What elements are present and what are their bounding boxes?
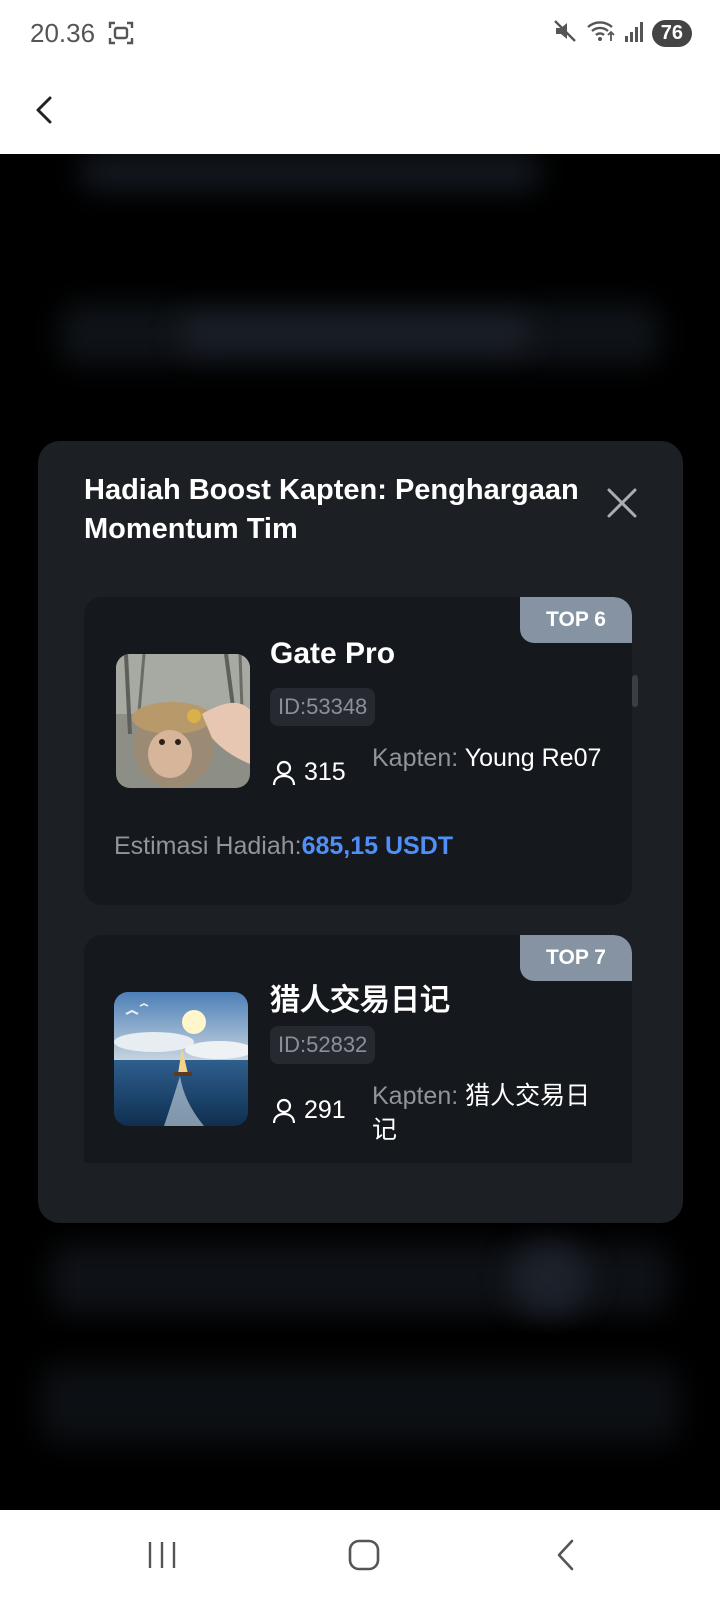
- team-name: Gate Pro: [270, 637, 396, 670]
- battery-indicator: 76: [651, 20, 692, 47]
- captain-info: Kapten: Young Re07: [372, 741, 612, 775]
- back-icon: [557, 1539, 574, 1571]
- reward-label: Estimasi Hadiah:: [114, 832, 302, 860]
- user-icon: [272, 1098, 296, 1123]
- signal-icon: [624, 20, 644, 47]
- home-icon: [348, 1539, 380, 1571]
- member-count: 291: [272, 1096, 346, 1125]
- system-back-button[interactable]: [536, 1532, 596, 1578]
- monkey-photo-image: [116, 654, 250, 788]
- team-card[interactable]: TOP 7 猎人交易日记 ID:52832 291 Kapten: 猎人交易日记: [84, 935, 632, 1163]
- user-icon: [272, 760, 296, 785]
- team-id: ID:52832: [270, 1026, 376, 1064]
- captain-label: Kapten:: [372, 744, 459, 772]
- wifi-icon: [586, 18, 616, 49]
- system-nav-bar: [0, 1510, 720, 1600]
- captain-boost-modal: Hadiah Boost Kapten: Penghargaan Momentu…: [38, 441, 683, 1223]
- member-count-value: 291: [304, 1096, 346, 1124]
- team-card[interactable]: TOP 6 Gate Pro ID:53348 315 Kapten: Youn…: [84, 597, 632, 905]
- sailboat-photo-image: [114, 992, 248, 1126]
- captain-name: Young Re07: [464, 744, 602, 772]
- chevron-left-icon: [36, 96, 52, 124]
- app-header: [0, 68, 720, 154]
- close-button[interactable]: [600, 481, 644, 525]
- close-icon: [607, 488, 637, 518]
- estimated-reward: Estimasi Hadiah:685,15 USDT: [114, 832, 453, 861]
- reward-value: 685,15 USDT: [301, 832, 454, 860]
- team-avatar: [114, 992, 248, 1126]
- recent-apps-button[interactable]: [132, 1532, 192, 1578]
- scrollbar-thumb[interactable]: [632, 675, 638, 707]
- captain-label: Kapten:: [372, 1082, 459, 1110]
- home-button[interactable]: [334, 1532, 394, 1578]
- status-icons: 76: [552, 18, 692, 49]
- member-count: 315: [272, 758, 346, 787]
- back-button[interactable]: [24, 88, 64, 132]
- mute-icon: [552, 18, 578, 49]
- team-name: 猎人交易日记: [270, 984, 450, 1017]
- rank-badge: TOP 6: [520, 597, 632, 643]
- modal-title: Hadiah Boost Kapten: Penghargaan Momentu…: [84, 474, 579, 545]
- member-count-value: 315: [304, 758, 346, 786]
- captain-info: Kapten: 猎人交易日记: [372, 1079, 612, 1147]
- screenshot-icon: [108, 20, 134, 46]
- recent-apps-icon: [148, 1542, 176, 1568]
- status-bar: 20.36 76: [0, 0, 720, 68]
- rank-badge: TOP 7: [520, 935, 632, 981]
- status-time: 20.36: [30, 18, 96, 48]
- team-list[interactable]: TOP 6 Gate Pro ID:53348 315 Kapten: Youn…: [84, 597, 640, 1163]
- team-avatar: [116, 654, 250, 788]
- team-id: ID:53348: [270, 688, 376, 726]
